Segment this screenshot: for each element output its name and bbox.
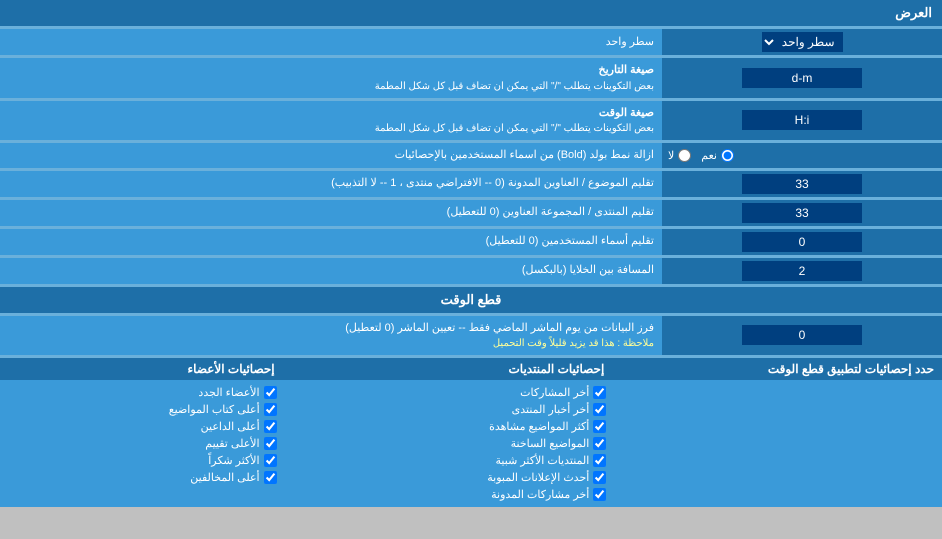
checkbox-most-viewed[interactable]: أكثر المواضيع مشاهدة	[289, 418, 607, 435]
trim-forum-input-cell	[662, 200, 942, 226]
checkbox-last-forum-news[interactable]: أخر أخبار المنتدى	[289, 401, 607, 418]
trim-subject-label: تقليم الموضوع / العناوين المدونة (0 -- ا…	[0, 171, 662, 197]
checkbox-top-rated[interactable]: الأعلى تقييم	[6, 435, 277, 452]
cutoff-input[interactable]	[742, 325, 862, 345]
trim-subject-input-cell	[662, 171, 942, 197]
trim-users-input-cell	[662, 229, 942, 255]
date-format-input-cell	[662, 58, 942, 98]
time-format-input-cell	[662, 101, 942, 141]
bold-radio-cell: نعم لا	[662, 143, 942, 168]
cutoff-label: فرز البيانات من يوم الماشر الماضي فقط --…	[0, 316, 662, 356]
checkbox-new-members[interactable]: الأعضاء الجدد	[6, 384, 277, 401]
trim-subject-input[interactable]	[742, 174, 862, 194]
cutoff-input-cell	[662, 316, 942, 356]
bold-no-label: لا	[668, 149, 674, 162]
checkbox-popular-forums[interactable]: المنتديات الأكثر شبية	[289, 452, 607, 469]
stats-header: حدد إحصائيات لتطبيق قطع الوقت	[612, 358, 942, 380]
checkbox-most-thankful[interactable]: الأكثر شكراً	[6, 452, 277, 469]
trim-users-label: تقليم أسماء المستخدمين (0 للتعطيل)	[0, 229, 662, 255]
bold-yes-option[interactable]: نعم	[701, 149, 734, 162]
bold-yes-radio[interactable]	[721, 149, 734, 162]
checkbox-top-topic-writers[interactable]: أعلى كتاب المواضيع	[6, 401, 277, 418]
single-line-select[interactable]: سطر واحد	[762, 32, 843, 52]
col1-header: إحصائيات الأعضاء	[0, 358, 283, 380]
checkbox-latest-classifieds[interactable]: أحدث الإعلانات المبوبة	[289, 469, 607, 486]
col1-checkboxes: الأعضاء الجدد أعلى كتاب المواضيع أعلى ال…	[0, 380, 283, 507]
checkbox-top-inviters[interactable]: أعلى الداعين	[6, 418, 277, 435]
bold-no-radio[interactable]	[678, 149, 691, 162]
date-format-label: صيغة التاريخ بعض التكوينات يتطلب "/" الت…	[0, 58, 662, 98]
cell-spacing-input-cell	[662, 258, 942, 284]
checkbox-last-posts[interactable]: أخر المشاركات	[289, 384, 607, 401]
single-line-label: سطر واحد	[0, 29, 662, 55]
trim-forum-label: تقليم المنتدى / المجموعة العناوين (0 للت…	[0, 200, 662, 226]
col2-checkboxes: أخر المشاركات أخر أخبار المنتدى أكثر الم…	[283, 380, 613, 507]
bold-yes-label: نعم	[701, 149, 717, 162]
checkbox-top-violators[interactable]: أعلى المخالفين	[6, 469, 277, 486]
checkbox-hot-topics[interactable]: المواضيع الساخنة	[289, 435, 607, 452]
bold-no-option[interactable]: لا	[668, 149, 691, 162]
time-format-input[interactable]	[742, 110, 862, 130]
checkbox-last-blog-posts[interactable]: أخر مشاركات المدونة	[289, 486, 607, 503]
time-format-label: صيغة الوقت بعض التكوينات يتطلب "/" التي …	[0, 101, 662, 141]
date-format-input[interactable]	[742, 68, 862, 88]
cutoff-section-header: قطع الوقت	[0, 287, 942, 313]
cell-spacing-input[interactable]	[742, 261, 862, 281]
trim-forum-input[interactable]	[742, 203, 862, 223]
cell-spacing-label: المسافة بين الخلايا (بالبكسل)	[0, 258, 662, 284]
trim-users-input[interactable]	[742, 232, 862, 252]
single-line-input-cell: سطر واحد	[662, 29, 942, 55]
bold-label: ازالة نمط بولد (Bold) من اسماء المستخدمي…	[0, 143, 662, 168]
col2-header: إحصائيات المنتديات	[283, 358, 613, 380]
page-title: العرض	[895, 5, 932, 20]
